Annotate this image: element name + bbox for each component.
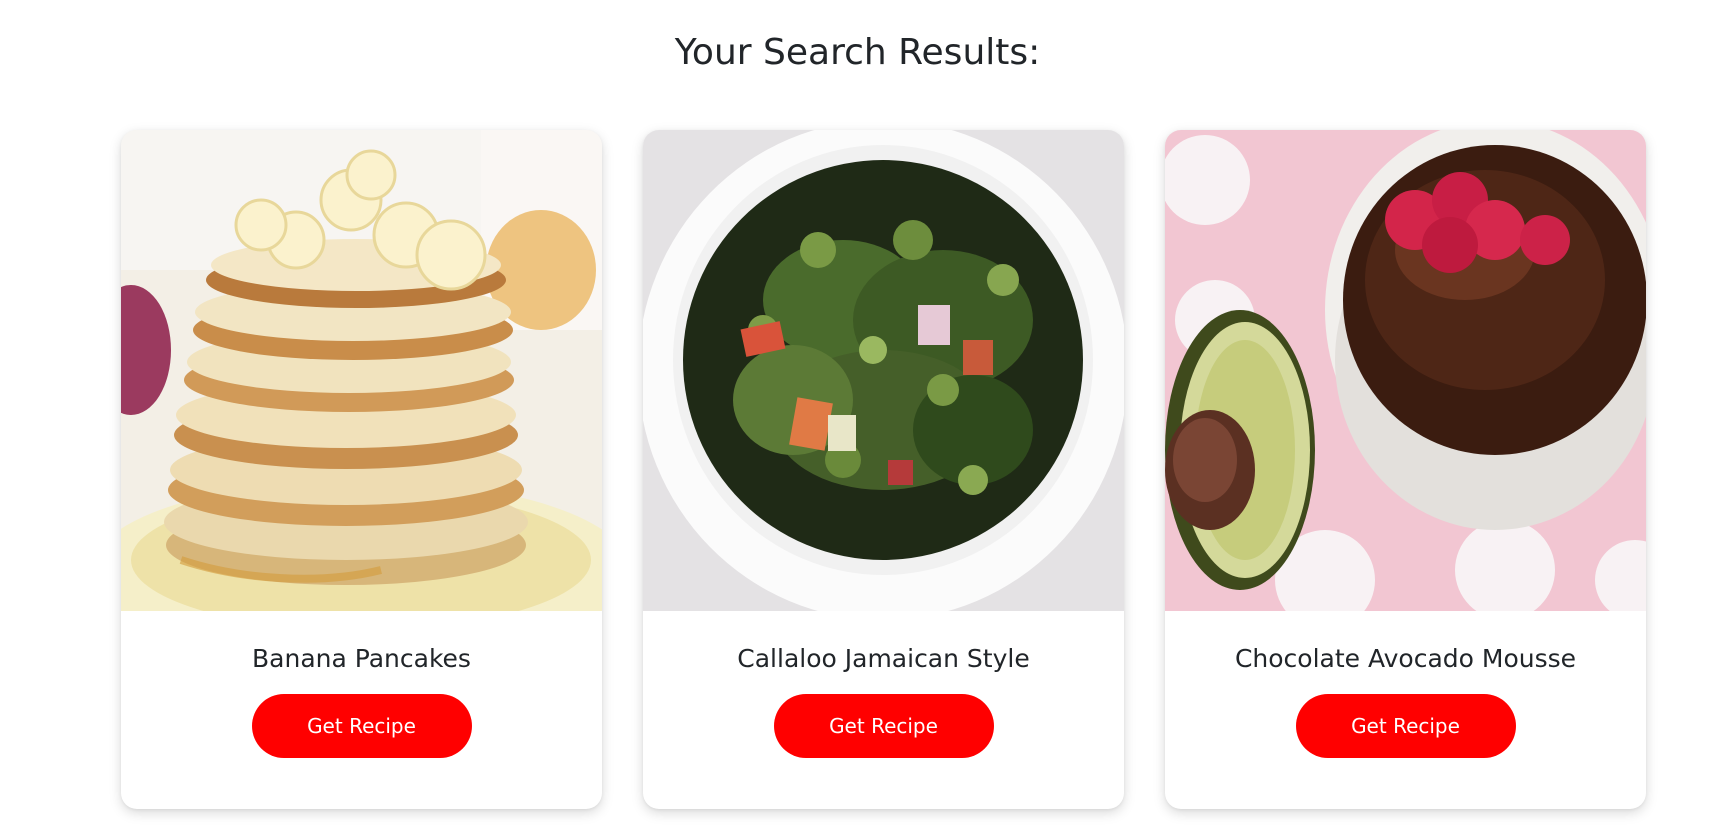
recipe-image-callaloo [643, 130, 1124, 611]
recipe-image-banana-pancakes [121, 130, 602, 611]
recipe-title: Banana Pancakes [252, 644, 471, 673]
recipe-image-chocolate-avocado-mousse [1165, 130, 1646, 611]
get-recipe-button[interactable]: Get Recipe [1295, 694, 1516, 758]
recipe-card: Banana Pancakes Get Recipe [121, 130, 602, 809]
recipe-card: Chocolate Avocado Mousse Get Recipe [1165, 130, 1646, 809]
get-recipe-button[interactable]: Get Recipe [251, 694, 472, 758]
recipe-card: Callaloo Jamaican Style Get Recipe [643, 130, 1124, 809]
get-recipe-button[interactable]: Get Recipe [773, 694, 994, 758]
recipe-title: Callaloo Jamaican Style [737, 644, 1030, 673]
recipe-title: Chocolate Avocado Mousse [1234, 644, 1577, 673]
page-title: Your Search Results: [674, 32, 1041, 73]
results-grid: Banana Pancakes Get Recipe Callaloo Jama… [121, 130, 1656, 810]
